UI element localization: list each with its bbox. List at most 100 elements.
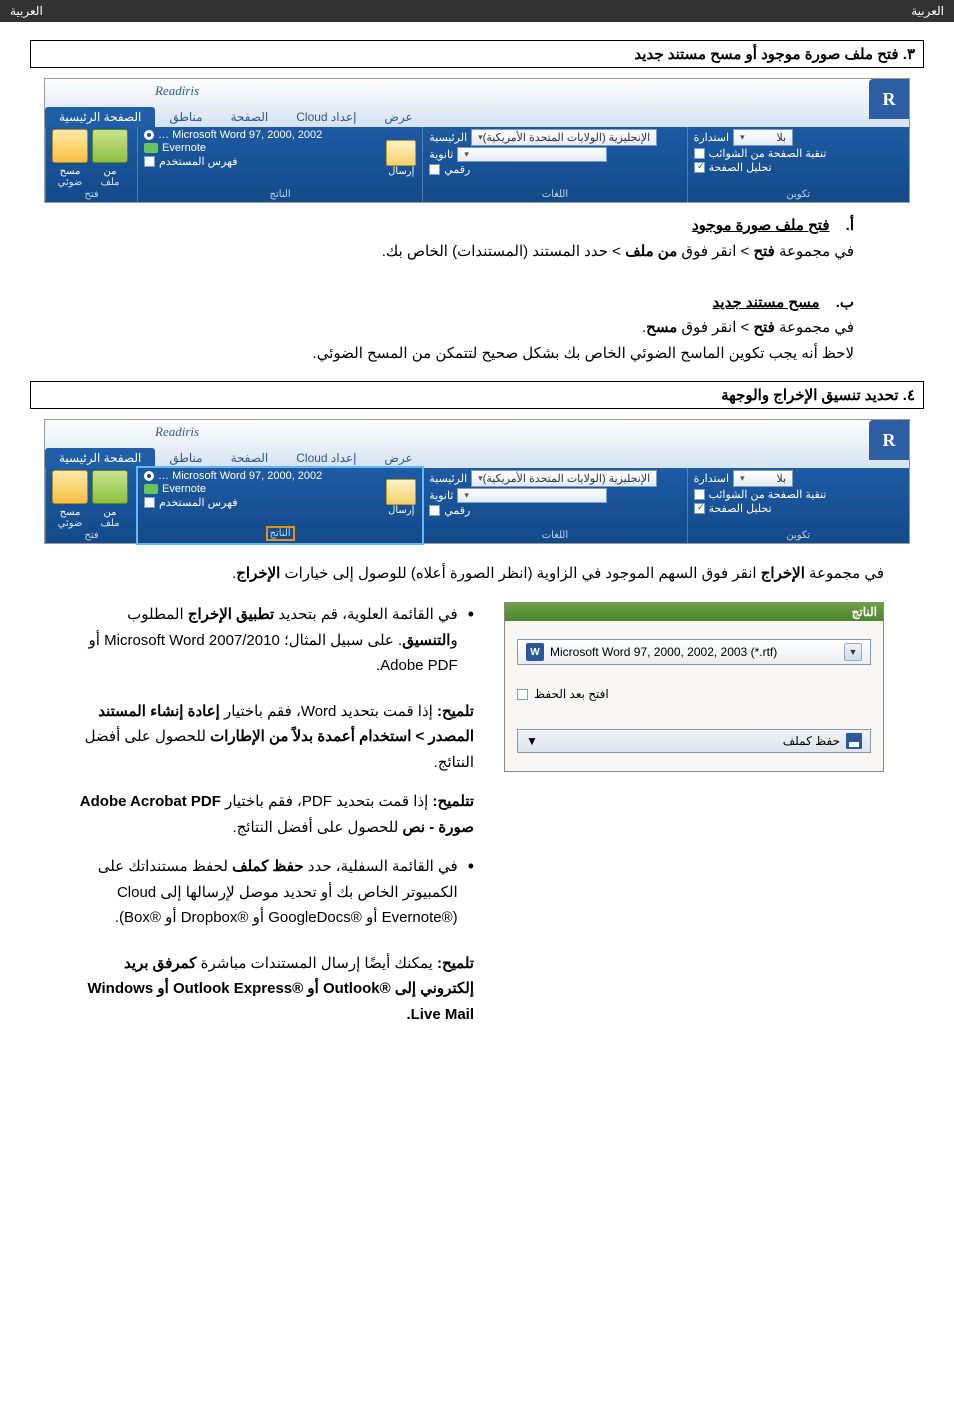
envelope-icon	[386, 479, 416, 505]
app-title-2: Readiris	[155, 424, 199, 440]
bullet-icon: •	[468, 605, 474, 623]
folder-icon	[92, 129, 128, 163]
lang-secondary-label: ثانوية	[429, 148, 453, 161]
chevron-down-icon: ▾	[464, 490, 469, 501]
group-output-footer-2: الناتج	[144, 525, 416, 541]
tab-page-2[interactable]: الصفحة	[217, 448, 283, 468]
lang-primary-dropdown-2[interactable]: الإنجليزية (الولايات المتحدة الأمريكية)▾	[471, 470, 657, 487]
group-output-footer: الناتج	[144, 188, 416, 200]
ribbon-group-languages: الرئيسية الإنجليزية (الولايات المتحدة ال…	[422, 127, 686, 202]
lang-numeric-check-2[interactable]: رقمي	[429, 504, 680, 517]
rotate-dropdown[interactable]: بلا▾	[733, 129, 793, 146]
checkbox-icon	[429, 164, 440, 175]
analyze-check-2[interactable]: تحليل الصفحة	[694, 502, 903, 515]
ribbon-group-languages-2: الرئيسية الإنجليزية (الولايات المتحدة الأ…	[422, 468, 686, 543]
app-logo-icon-2	[869, 420, 909, 460]
scanner-icon	[52, 129, 88, 163]
page-header: العربية العربية	[0, 0, 954, 22]
ribbon-screenshot-2: Readiris الصفحة الرئيسية مناطق الصفحة إع…	[44, 419, 910, 544]
tab-zones-2[interactable]: مناطق	[155, 448, 216, 468]
tab-home[interactable]: الصفحة الرئيسية	[45, 107, 155, 127]
lang-numeric-check[interactable]: رقمي	[429, 163, 680, 176]
checkbox-icon	[694, 489, 705, 500]
section-3-steps: أ. فتح ملف صورة موجود في مجموعة فتح > ان…	[70, 213, 854, 366]
ribbon-tabs-2: الصفحة الرئيسية مناطق الصفحة إعداد Cloud…	[45, 444, 909, 468]
output-radio-word-2[interactable]: Microsoft Word 97, 2000, 2002 …	[144, 470, 382, 482]
output-footer-highlight: الناتج	[266, 526, 295, 541]
output-word-text-2: Microsoft Word 97, 2000, 2002 …	[158, 470, 322, 482]
lang-primary-value: الإنجليزية (الولايات المتحدة الأمريكية)	[483, 131, 650, 144]
ribbon-titlebar: Readiris	[45, 79, 909, 103]
rotate-label-2: استدارة	[694, 472, 730, 485]
lang-secondary-dropdown-2[interactable]: ▾	[457, 488, 607, 503]
ribbon-group-output: Microsoft Word 97, 2000, 2002 … Evernote…	[137, 127, 422, 202]
scan-label-2: ضوئي	[58, 177, 83, 188]
ribbon-tabs: الصفحة الرئيسية مناطق الصفحة إعداد Cloud…	[45, 103, 909, 127]
bullet-icon: •	[468, 857, 474, 875]
from-file-button-2[interactable]: منملف	[92, 470, 128, 529]
lang-primary-value-2: الإنجليزية (الولايات المتحدة الأمريكية)	[483, 472, 650, 485]
output-index-user[interactable]: فهرس المستخدم	[144, 155, 382, 168]
step-a-head: فتح ملف صورة موجود	[692, 217, 829, 234]
rotate-dropdown-2[interactable]: بلا▾	[733, 470, 793, 487]
group-open-footer: فتح	[52, 188, 131, 200]
from-file-button[interactable]: من ملف	[92, 129, 128, 188]
step-a-prefix: أ.	[846, 213, 854, 239]
save-as-file-button[interactable]: حفظ كملف ▼	[517, 729, 871, 753]
deskew-label-2: تنقية الصفحة من الشوائب	[709, 488, 827, 501]
from-label-1: من	[104, 166, 117, 177]
chevron-down-icon: ▼	[526, 734, 538, 748]
analyze-check[interactable]: تحليل الصفحة	[694, 161, 903, 174]
cloud-icon	[144, 143, 158, 153]
deskew-check-2[interactable]: تنقية الصفحة من الشوائب	[694, 488, 903, 501]
ribbon-body: مسح ضوئي من ملف فتح	[45, 127, 909, 202]
header-left: العربية	[10, 4, 43, 18]
send-button-2[interactable]: إرسال	[386, 479, 416, 516]
step-b-line2: لاحظ أنه يجب تكوين الماسح الضوئي الخاص ب…	[70, 341, 854, 367]
scan-l2: ضوئي	[58, 518, 83, 529]
tab-view[interactable]: عرض	[370, 107, 426, 127]
app-logo-icon	[869, 79, 909, 119]
scan-button-2[interactable]: مسحضوئي	[52, 470, 88, 529]
checkbox-icon	[694, 148, 705, 159]
scan-button[interactable]: مسح ضوئي	[52, 129, 88, 188]
envelope-icon	[386, 140, 416, 166]
analyze-label-2: تحليل الصفحة	[709, 502, 772, 515]
chevron-down-icon: ▾	[740, 132, 745, 143]
output-index-text: فهرس المستخدم	[159, 155, 237, 168]
section-4-intro: في مجموعة الإخراج انقر فوق السهم الموجود…	[70, 564, 884, 582]
cloud-icon	[144, 484, 158, 494]
ribbon-group-output-2: Microsoft Word 97, 2000, 2002 … Evernote…	[137, 468, 422, 543]
tab-home-2[interactable]: الصفحة الرئيسية	[45, 448, 155, 468]
tab-page[interactable]: الصفحة	[217, 107, 283, 127]
from-l1: من	[104, 507, 117, 518]
rotate-label: استدارة	[694, 131, 730, 144]
lang-secondary-dropdown[interactable]: ▾	[457, 147, 607, 162]
app-title: Readiris	[155, 83, 199, 99]
checkbox-icon	[429, 505, 440, 516]
group-config-footer: تكوين	[694, 188, 903, 200]
lang-primary-dropdown[interactable]: الإنجليزية (الولايات المتحدة الأمريكية)▾	[471, 129, 657, 146]
output-evernote-2[interactable]: Evernote	[144, 483, 382, 495]
output-format-dropdown[interactable]: W Microsoft Word 97, 2000, 2002, 2003 (*…	[517, 639, 871, 665]
send-label: إرسال	[386, 166, 416, 177]
output-evernote[interactable]: Evernote	[144, 142, 382, 154]
tab-cloud-2[interactable]: إعداد Cloud	[282, 448, 370, 468]
from-l2: ملف	[100, 518, 119, 529]
word-icon: W	[526, 643, 544, 661]
output-index-user-2[interactable]: فهرس المستخدم	[144, 496, 382, 509]
tab-view-2[interactable]: عرض	[370, 448, 426, 468]
open-after-save-check[interactable]: افتح بعد الحفظ	[517, 687, 871, 701]
tab-zones[interactable]: مناطق	[155, 107, 216, 127]
output-bullet-2: في القائمة السفلية، حدد حفظ كملف لحفظ مس…	[70, 854, 458, 931]
lang-primary-label-2: الرئيسية	[429, 472, 467, 485]
ribbon-titlebar-2: Readiris	[45, 420, 909, 444]
output-options-text: • في القائمة العلوية، قم بتحديد تطبيق ال…	[70, 602, 474, 1041]
radio-icon	[144, 471, 154, 481]
output-radio-word[interactable]: Microsoft Word 97, 2000, 2002 …	[144, 129, 382, 141]
tab-cloud[interactable]: إعداد Cloud	[282, 107, 370, 127]
lang-secondary-label-2: ثانوية	[429, 489, 453, 502]
output-index-text-2: فهرس المستخدم	[159, 496, 237, 509]
send-button[interactable]: إرسال	[386, 140, 416, 177]
deskew-check[interactable]: تنقية الصفحة من الشوائب	[694, 147, 903, 160]
